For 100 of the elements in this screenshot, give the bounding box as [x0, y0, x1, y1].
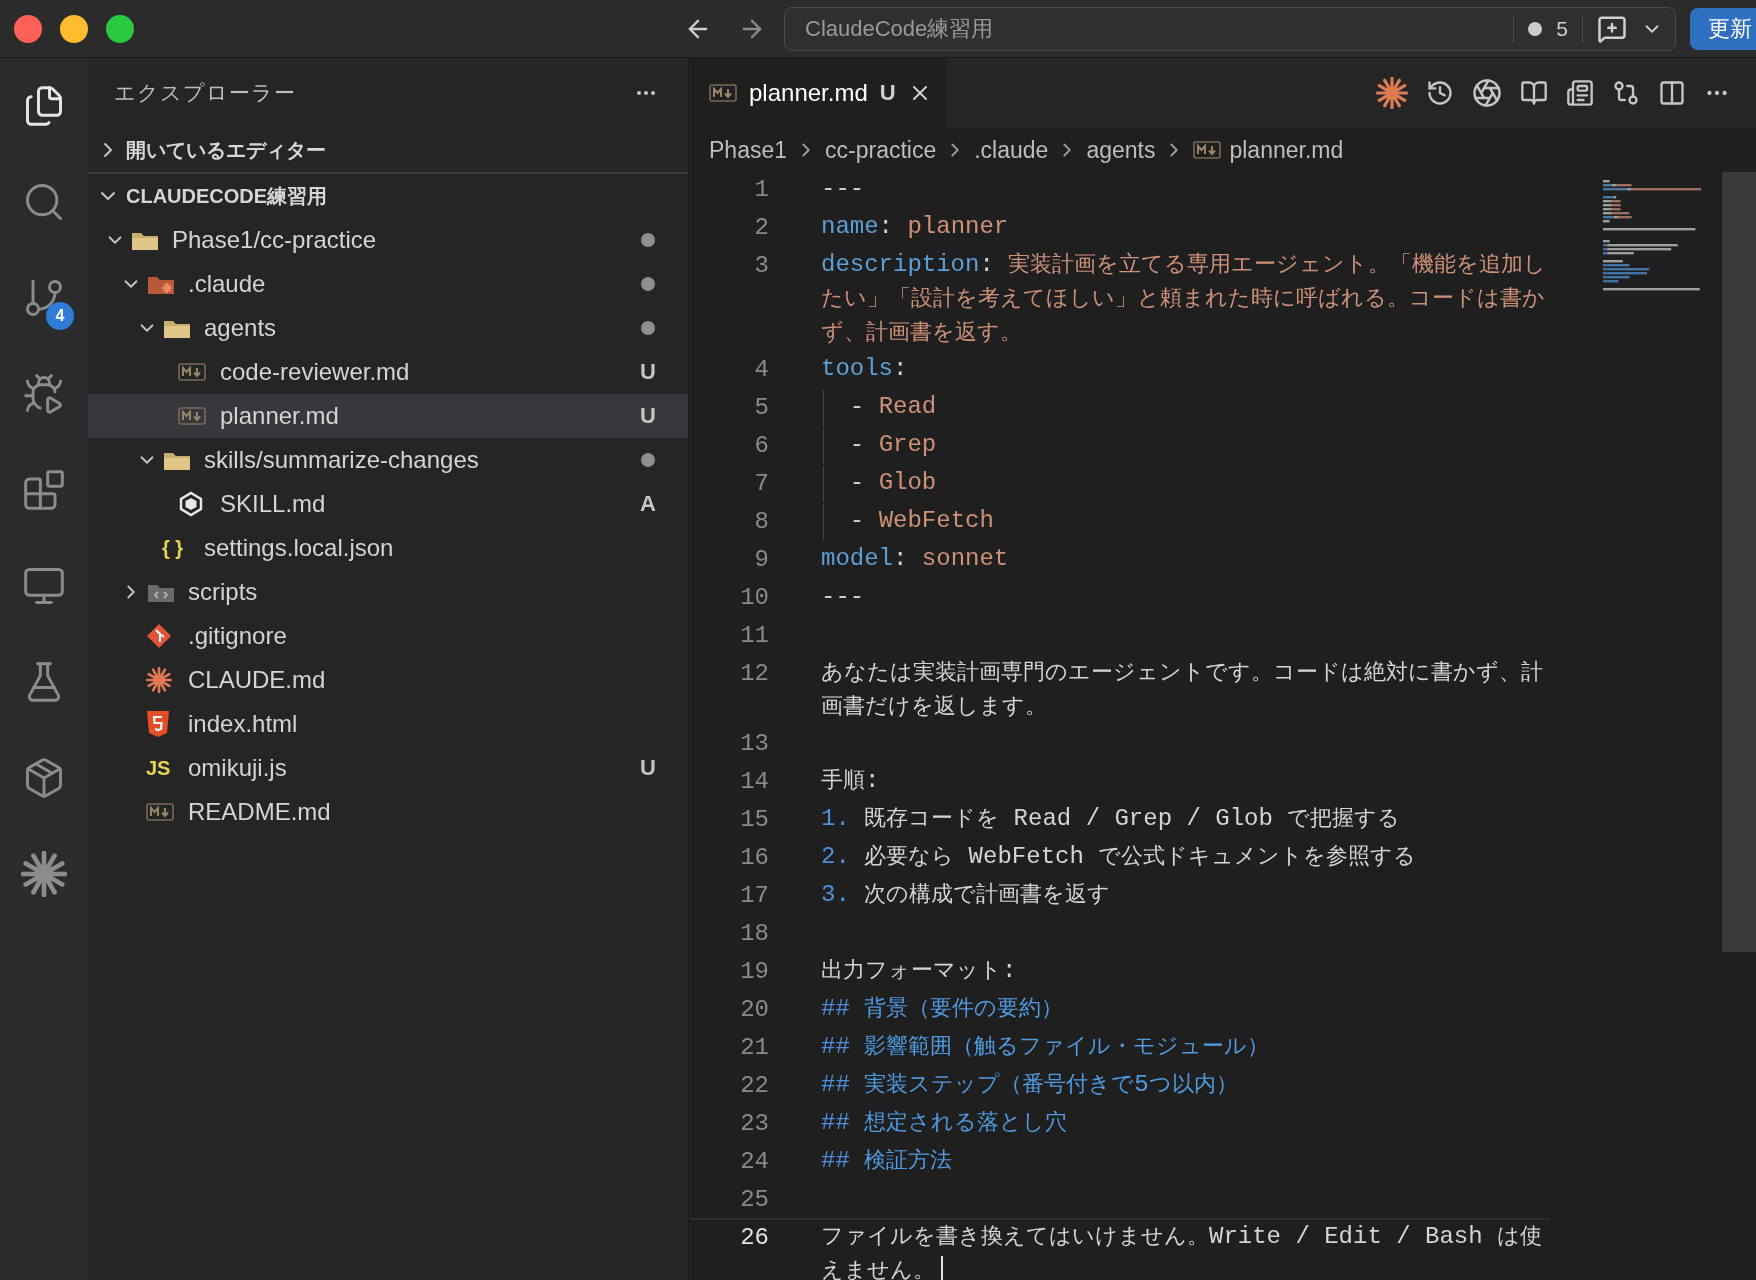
- close-window-button[interactable]: [14, 14, 42, 43]
- line-number: 12: [739, 659, 769, 689]
- git-status: U: [639, 359, 657, 385]
- line-number: 22: [739, 1071, 769, 1101]
- code-line: 2. 必要なら WebFetch で公式ドキュメントを参照する: [821, 842, 1418, 872]
- minimize-window-button[interactable]: [60, 14, 88, 43]
- file-row[interactable]: SKILL.md A: [88, 482, 688, 526]
- book-icon[interactable]: [1520, 79, 1548, 107]
- file-row[interactable]: CLAUDE.md: [88, 658, 688, 702]
- line-number: 7: [753, 469, 769, 499]
- file-name: scripts: [188, 578, 259, 606]
- count-badge: 4: [46, 302, 74, 330]
- section-header[interactable]: CLAUDECODE練習用: [88, 174, 688, 218]
- zoom-window-button[interactable]: [106, 14, 134, 43]
- js-icon: JS: [146, 756, 171, 780]
- scrollbar-thumb[interactable]: [1722, 172, 1756, 952]
- activity-item[interactable]: 4: [0, 250, 88, 346]
- aperture-icon[interactable]: [1472, 78, 1502, 108]
- file-name: settings.local.json: [204, 534, 395, 562]
- file-row[interactable]: { } settings.local.json: [88, 526, 688, 570]
- html-shield-icon: [146, 710, 170, 738]
- code-line: 出力フォーマット:: [821, 956, 1018, 986]
- file-row[interactable]: README.md: [88, 790, 688, 834]
- extensions-icon: [22, 468, 66, 512]
- code-line: ---: [821, 582, 866, 612]
- line-number: 16: [739, 843, 769, 873]
- line-number: 23: [739, 1109, 769, 1139]
- asterisk-icon: [21, 851, 67, 897]
- folder-row[interactable]: skills/summarize-changes: [88, 438, 688, 482]
- line-number: 2: [753, 213, 769, 243]
- file-name: code-reviewer.md: [220, 358, 411, 386]
- breadcrumb-item[interactable]: cc-practice: [825, 136, 937, 164]
- line-number: 24: [739, 1147, 769, 1177]
- line-number: 3: [753, 251, 769, 281]
- line-number: 5: [753, 393, 769, 423]
- code-line: ## 想定される落とし穴: [821, 1108, 1069, 1138]
- markdown-icon: [709, 84, 737, 102]
- file-name: .claude: [188, 270, 267, 298]
- editor-tab[interactable]: planner.md U: [689, 58, 946, 128]
- sidebar-title: エクスプローラー: [114, 80, 296, 106]
- line-number: 18: [739, 919, 769, 949]
- folder-row[interactable]: agents: [88, 306, 688, 350]
- line-number: 26: [739, 1223, 769, 1253]
- git-status: A: [639, 491, 657, 517]
- folder-row[interactable]: scripts: [88, 570, 688, 614]
- code-line: description: 実装計画を立てる専用エージェント。「機能を追加したい」「設計を考えてほしい」と頼まれた時に呼ばれる。コードは書かず、計画書を返す。: [821, 250, 1548, 348]
- markdown-icon: [146, 803, 174, 821]
- code-line: tools:: [821, 354, 909, 384]
- line-number: 4: [753, 355, 769, 385]
- file-name: CLAUDE.md: [188, 666, 327, 694]
- breadcrumb-item[interactable]: planner.md: [1229, 136, 1344, 164]
- markdown-icon: [1193, 141, 1222, 159]
- line-number: 14: [739, 767, 769, 797]
- folder-row[interactable]: Phase1/cc-practice: [88, 218, 688, 262]
- asterisk-icon: [1376, 77, 1408, 109]
- section-label: 開いているエディター: [126, 137, 326, 163]
- code-line: 3. 次の構成で計画書を返す: [821, 880, 1112, 910]
- code-line: ## 影響範囲（触るファイル・モジュール）: [821, 1032, 1271, 1062]
- markdown-icon: [178, 407, 206, 425]
- breadcrumb-item[interactable]: .claude: [974, 136, 1049, 164]
- git-icon: [146, 623, 172, 649]
- git-status: U: [639, 403, 657, 429]
- history-icon[interactable]: [1426, 79, 1454, 107]
- file-name: README.md: [188, 798, 332, 826]
- update-button[interactable]: 更新: [1690, 7, 1756, 50]
- code-line: name: planner: [821, 212, 1010, 242]
- file-row[interactable]: JS omikuji.js U: [88, 746, 688, 790]
- line-number: 20: [739, 995, 769, 1025]
- code-line: 手順:: [821, 766, 881, 796]
- file-name: agents: [204, 314, 278, 342]
- git-status: U: [879, 80, 896, 106]
- code-line: model: sonnet: [821, 544, 1010, 574]
- file-name: planner.md: [220, 402, 340, 430]
- compare-icon[interactable]: [1612, 79, 1640, 107]
- line-number: 21: [739, 1033, 769, 1063]
- workspace-title: ClaudeCode練習用: [805, 14, 995, 43]
- file-row[interactable]: code-reviewer.md U: [88, 350, 688, 394]
- file-row[interactable]: .gitignore: [88, 614, 688, 658]
- file-row[interactable]: index.html: [88, 702, 688, 746]
- file-name: .gitignore: [188, 622, 288, 650]
- line-number: 8: [753, 507, 769, 537]
- code-line: あなたは実装計画専門のエージェントです。コードは絶対に書かず、計画書だけを返します。: [821, 659, 1544, 722]
- command-center[interactable]: ClaudeCode練習用 5: [784, 6, 1676, 51]
- hexagon-icon: [178, 491, 204, 517]
- code-line: 1. 既存コードを Read / Grep / Glob で把握する: [821, 804, 1402, 834]
- line-number: 10: [739, 583, 769, 613]
- file-name: index.html: [188, 710, 299, 738]
- section-header[interactable]: 開いているエディター: [88, 128, 688, 174]
- breadcrumb-item[interactable]: agents: [1086, 136, 1156, 164]
- tab-label: planner.md: [749, 79, 868, 107]
- line-number: 25: [739, 1185, 769, 1215]
- line-number: 13: [739, 729, 769, 759]
- file-name: omikuji.js: [188, 754, 288, 782]
- line-number: 1: [753, 175, 769, 205]
- section-label: CLAUDECODE練習用: [126, 183, 328, 209]
- file-row[interactable]: planner.md U: [88, 394, 688, 438]
- file-name: skills/summarize-changes: [204, 446, 480, 474]
- breadcrumb-item[interactable]: Phase1: [709, 136, 787, 164]
- folder-row[interactable]: .claude: [88, 262, 688, 306]
- split-editor-icon[interactable]: [1658, 79, 1686, 107]
